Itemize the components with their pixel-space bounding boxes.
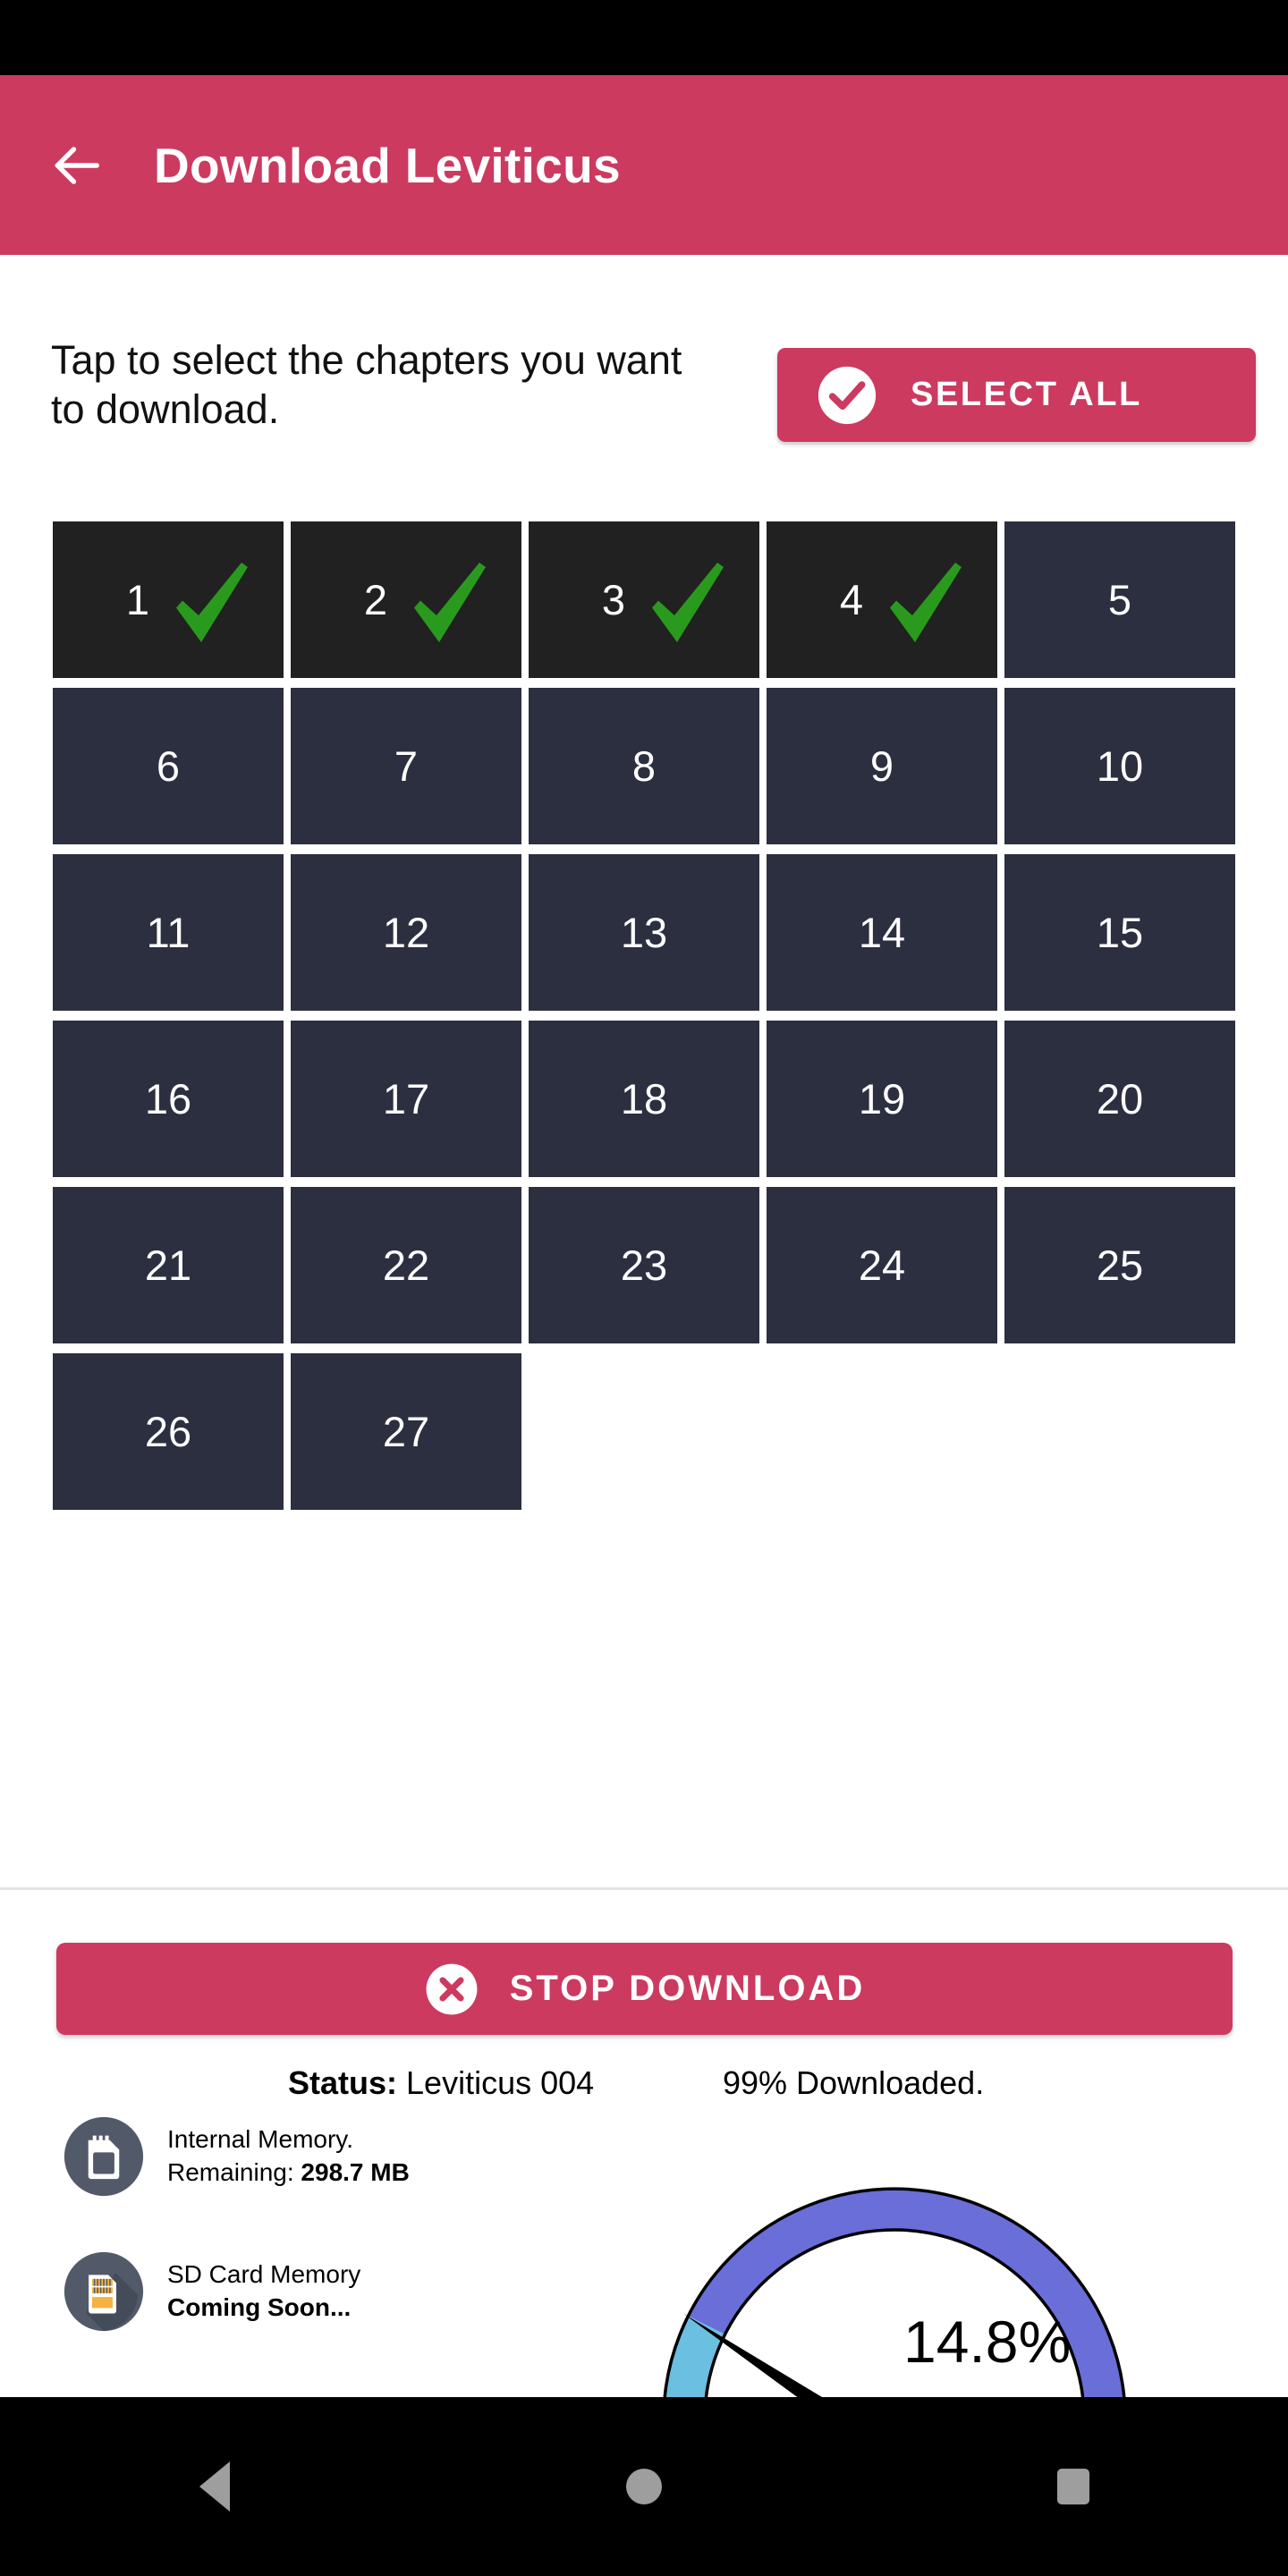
chapter-number: 17 [382,1075,430,1123]
chapter-cell[interactable]: 18 [529,1021,759,1177]
chapter-number: 3 [601,576,626,623]
app-screen: Download Leviticus Tap to select the cha… [0,0,1288,2576]
chapter-number: 6 [156,742,181,790]
select-all-button[interactable]: SELECT ALL [777,348,1256,442]
main-content: Tap to select the chapters you want to d… [0,255,1288,1888]
chapter-number: 12 [382,909,430,956]
memory-card-icon [64,2116,144,2197]
chapter-cell[interactable]: 10 [1004,688,1235,844]
chapter-cell[interactable]: 20 [1004,1021,1235,1177]
internal-remaining-label: Remaining: [167,2158,294,2186]
chapter-cell[interactable]: 1 [53,521,284,678]
chapter-cell[interactable]: 5 [1004,521,1235,678]
chapter-number: 5 [1107,576,1132,623]
chapter-number: 13 [620,909,668,956]
internal-memory-line1: Internal Memory. [167,2125,353,2154]
sd-memory-line1: SD Card Memory [167,2260,361,2289]
nav-recents-icon[interactable] [1002,2433,1145,2540]
chapter-cell[interactable]: 12 [291,854,521,1011]
chapter-cell[interactable]: 14 [767,854,997,1011]
chapter-cell[interactable]: 11 [53,854,284,1011]
chapter-cell[interactable]: 3 [529,521,759,678]
chapter-cell[interactable]: 4 [767,521,997,678]
chapter-cell[interactable]: 21 [53,1187,284,1343]
check-circle-icon [818,366,877,424]
status-bar [0,0,1288,75]
page-title: Download Leviticus [154,137,621,193]
download-gauge: 14.8% [608,2097,1181,2397]
chapter-number: 15 [1096,909,1144,956]
chapter-cell[interactable]: 2 [291,521,521,678]
chapter-number: 7 [394,742,419,790]
chapter-number: 24 [858,1241,906,1289]
app-bar: Download Leviticus [0,75,1288,255]
chapter-number: 19 [858,1075,906,1123]
chapter-cell[interactable]: 24 [767,1187,997,1343]
chapter-cell[interactable]: 15 [1004,854,1235,1011]
checkmark-icon [414,562,486,642]
select-all-label: SELECT ALL [911,376,1142,413]
chapter-cell[interactable]: 22 [291,1187,521,1343]
nav-back-icon[interactable] [143,2433,286,2540]
chapter-number: 26 [144,1408,192,1455]
status-text: Status: Leviticus 004 [288,2064,594,2102]
progress-text: 99% Downloaded. [723,2064,985,2101]
x-circle-icon [426,1963,478,2014]
status-label: Status: [288,2064,398,2101]
sd-memory-text: SD Card Memory Coming Soon... [167,2258,360,2325]
chapter-number: 27 [382,1408,430,1455]
chapter-cell[interactable]: 25 [1004,1187,1235,1343]
checkmark-icon [652,562,724,642]
chapter-number: 2 [363,576,388,623]
chapter-grid: 1 2 3 4 5 6 7 8 9 10 11 12 13 14 15 16 17 18 19 20 21 22 23 24 2… [53,521,1238,1510]
chapter-cell[interactable]: 19 [767,1021,997,1177]
chapter-cell[interactable]: 9 [767,688,997,844]
internal-memory-line2: Remaining: 298.7 MB [167,2157,410,2190]
status-value: Leviticus 004 [406,2064,595,2101]
internal-remaining-value: 298.7 MB [301,2158,410,2186]
chapter-number: 1 [125,576,150,623]
chapter-cell[interactable]: 26 [53,1353,284,1510]
chapter-cell[interactable]: 6 [53,688,284,844]
chapter-number: 14 [858,909,906,956]
chapter-number: 23 [620,1241,668,1289]
chapter-number: 16 [144,1075,192,1123]
chapter-cell[interactable]: 13 [529,854,759,1011]
sd-card-icon [64,2251,144,2332]
nav-home-icon[interactable] [572,2433,716,2540]
chapter-number: 22 [382,1241,430,1289]
sd-memory-row: SD Card Memory Coming Soon... [63,2250,360,2333]
instruction-row: Tap to select the chapters you want to d… [0,335,1288,492]
chapter-number: 21 [144,1241,192,1289]
chapter-number: 20 [1096,1075,1144,1123]
chapter-cell[interactable]: 23 [529,1187,759,1343]
chapter-number: 25 [1096,1241,1144,1289]
arrow-left-icon[interactable] [27,116,125,215]
checkmark-icon [890,562,962,642]
chapter-cell[interactable]: 16 [53,1021,284,1177]
stop-download-label: STOP DOWNLOAD [509,1969,866,2008]
chapter-cell[interactable]: 7 [291,688,521,844]
chapter-number: 10 [1096,742,1144,790]
chapter-number: 9 [869,742,894,790]
chapter-cell[interactable]: 27 [291,1353,521,1510]
download-panel: STOP DOWNLOAD Status: Leviticus 004 99% … [0,1890,1288,2397]
chapter-cell[interactable]: 8 [529,688,759,844]
chapter-number: 4 [839,576,864,623]
sd-memory-line2: Coming Soon... [167,2293,352,2321]
android-nav-bar [0,2397,1288,2576]
instruction-text: Tap to select the chapters you want to d… [51,337,682,433]
gauge-value-label: 14.8% [903,2309,1072,2375]
stop-download-button[interactable]: STOP DOWNLOAD [56,1943,1233,2035]
internal-memory-row: Internal Memory. Remaining: 298.7 MB [63,2115,410,2198]
checkmark-icon [176,562,248,642]
chapter-cell[interactable]: 17 [291,1021,521,1177]
internal-memory-text: Internal Memory. Remaining: 298.7 MB [167,2123,410,2190]
chapter-number: 11 [146,909,191,956]
chapter-number: 18 [620,1075,668,1123]
chapter-number: 8 [631,742,657,790]
